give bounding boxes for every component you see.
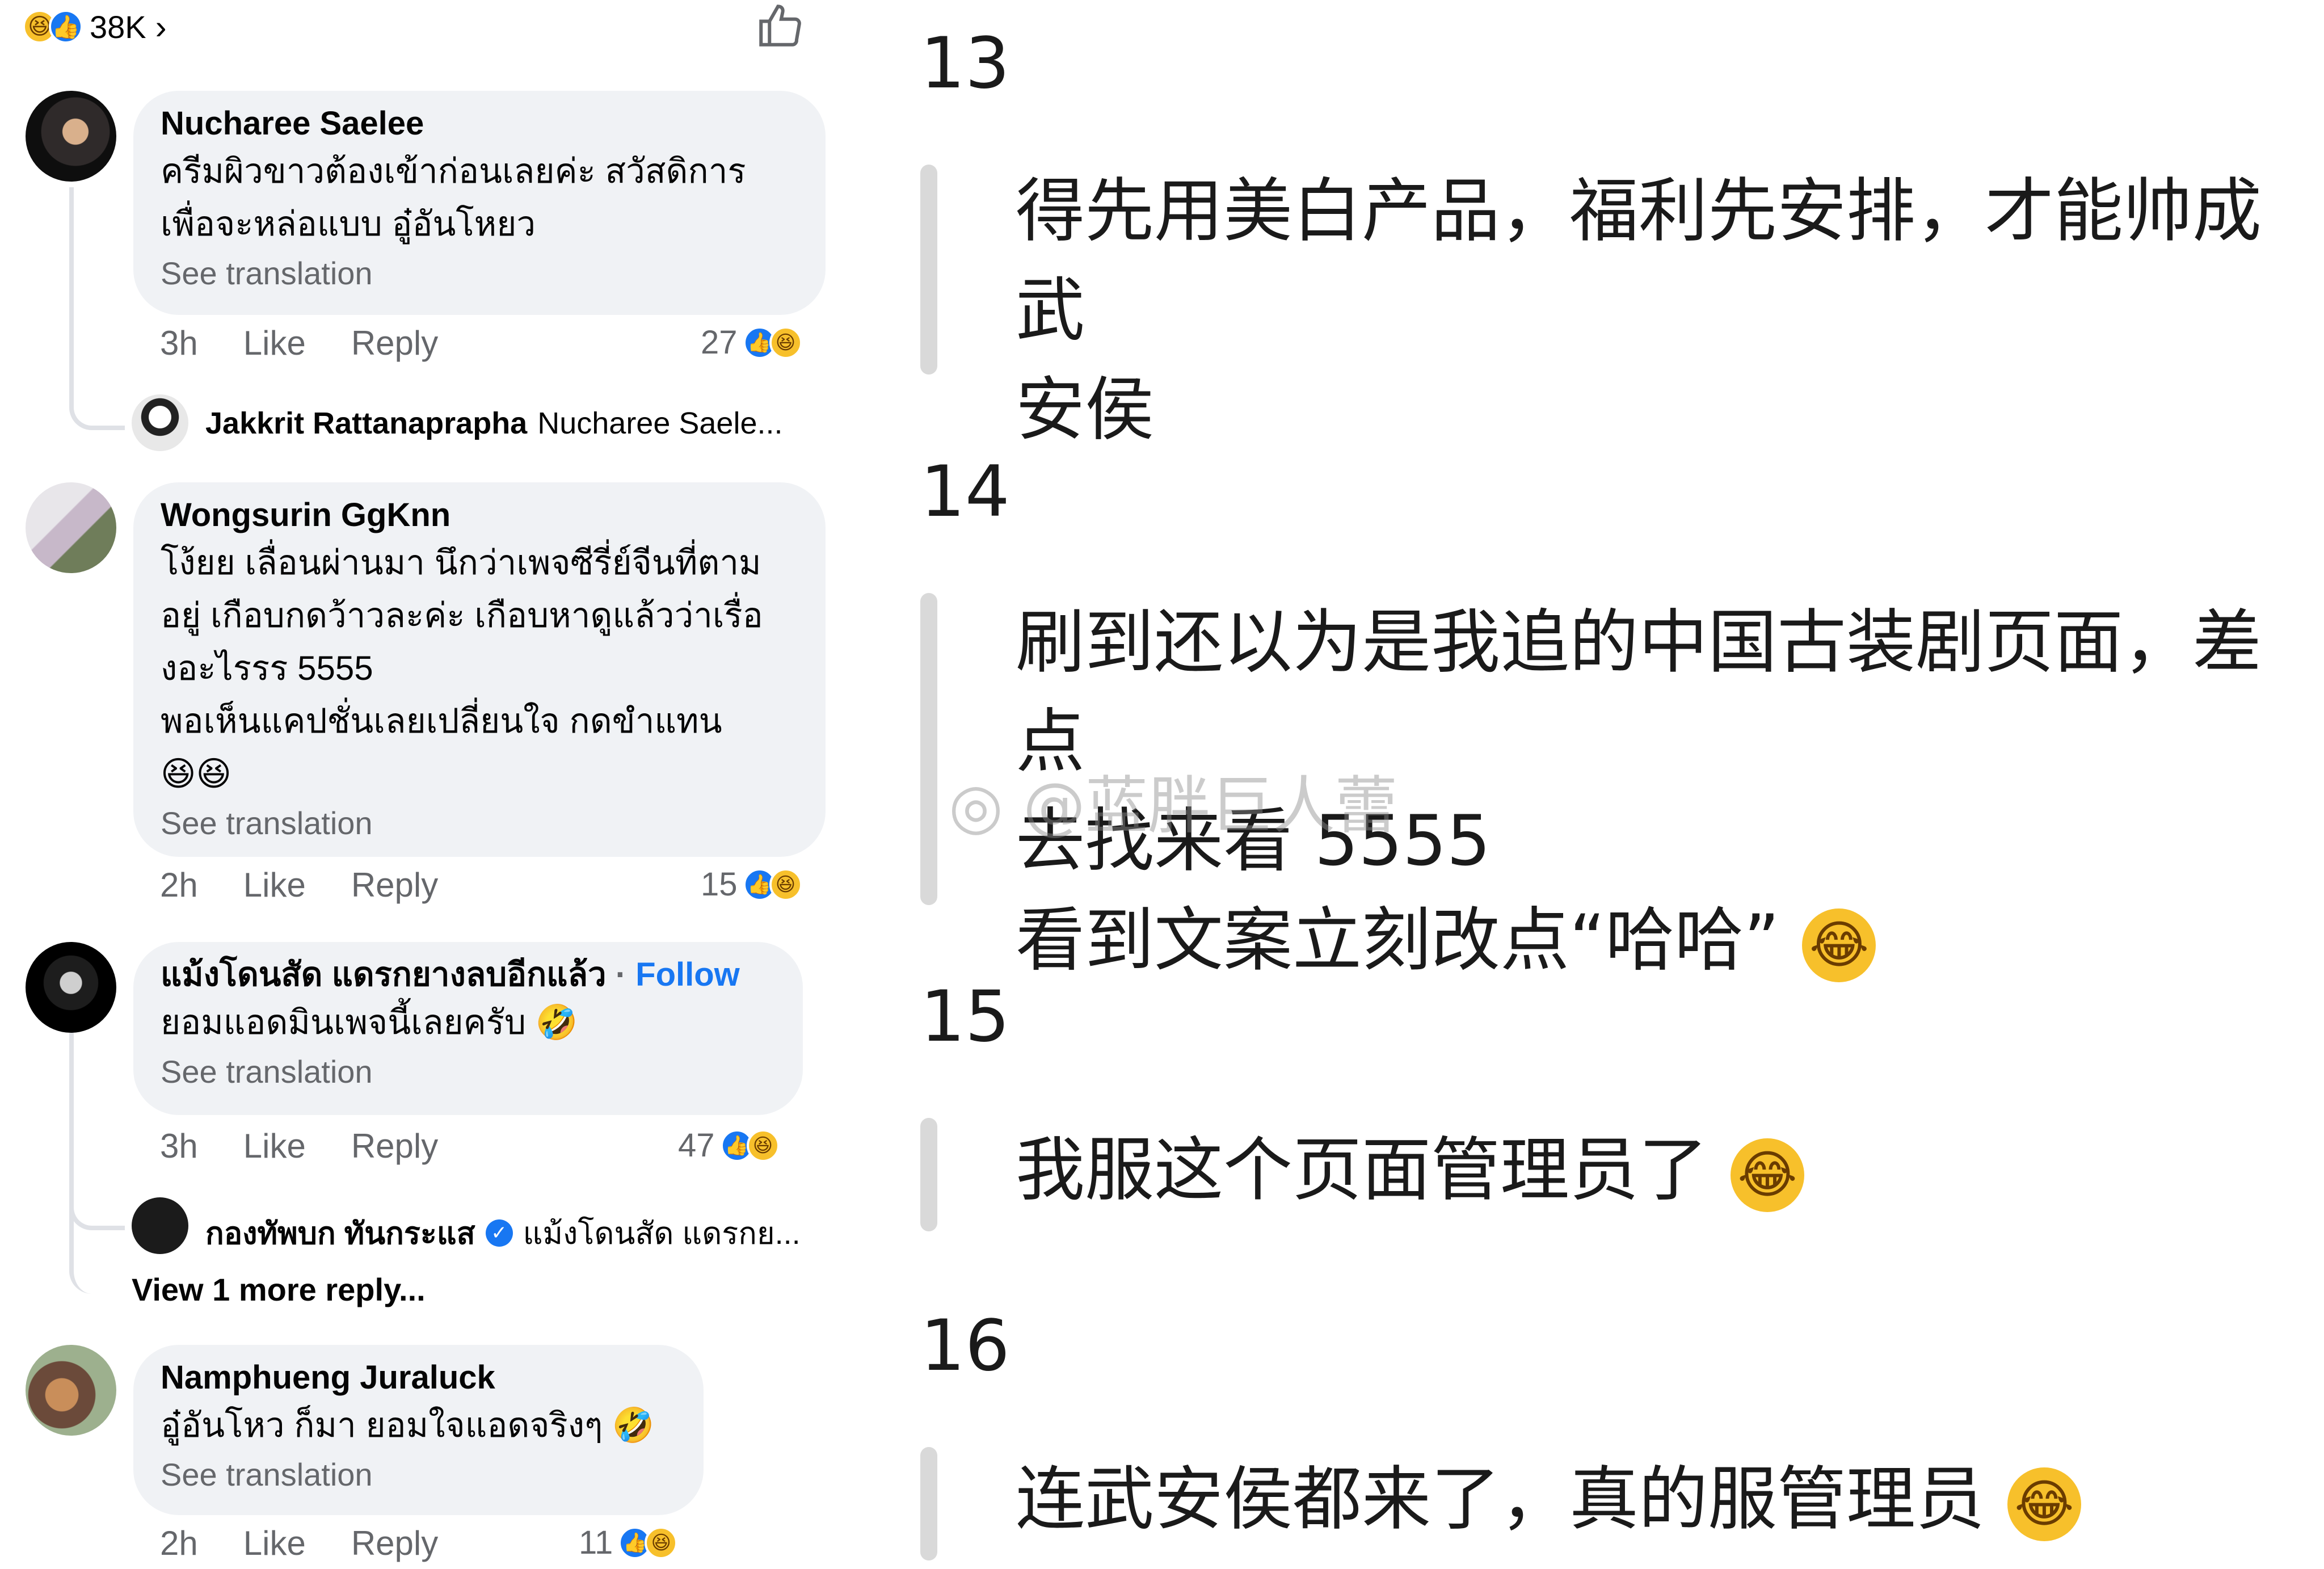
comment-time[interactable]: 3h	[160, 1126, 198, 1166]
like-button[interactable]: Like	[243, 1126, 306, 1166]
weibo-logo-icon: ◎	[949, 769, 1003, 842]
see-translation-link[interactable]: See translation	[161, 250, 798, 296]
quote-bar	[920, 593, 937, 905]
verified-icon: ✓	[485, 1219, 513, 1247]
reply-thread-line	[69, 187, 125, 430]
translation-panel: 13 得先用美白产品，福利先安排，才能帅成武 安侯 14 刷到还以为是我追的中国…	[885, 0, 2324, 1569]
comment-actions: 2h Like Reply	[160, 1524, 438, 1563]
see-translation-link[interactable]: See translation	[161, 1452, 676, 1498]
haha-icon: 😆	[645, 1526, 678, 1559]
comment-bubble: Namphueng Juraluck อู๋อันโหว ก็มา ยอมใจแ…	[133, 1345, 704, 1515]
chevron-right-icon: ›	[155, 7, 167, 46]
like-icon: 👍	[49, 10, 83, 44]
comment-reactions[interactable]: 47 👍 😆	[678, 1126, 780, 1164]
reaction-count: 38K	[90, 9, 146, 45]
comment-author[interactable]: แม้งโดนสัด แดรกยางลบอีกแล้ว	[161, 956, 607, 993]
avatar[interactable]	[26, 482, 116, 573]
thumbs-up-icon[interactable]	[755, 0, 806, 64]
like-button[interactable]: Like	[243, 865, 306, 905]
reply-button[interactable]: Reply	[351, 865, 438, 905]
laughing-emoji-icon: 😂	[1802, 908, 1876, 982]
comment-time[interactable]: 2h	[160, 865, 198, 905]
reply-author: กองทัพบก ทันกระแส	[205, 1217, 475, 1251]
comment-bubble: Nucharee Saelee ครีมผิวขาวต้องเข้าก่อนเล…	[133, 91, 826, 315]
reaction-summary[interactable]: 😆 👍 38K ›	[23, 7, 167, 47]
haha-icon: 😆	[746, 1129, 780, 1162]
comment-text: โง้ยย เลื่อนผ่านมา นึกว่าเพจซีรี่ย์จีนที…	[161, 543, 763, 740]
item-number: 16	[920, 1305, 1010, 1387]
comment-author-row: แม้งโดนสัด แดรกยางลบอีกแล้ว · Follow	[161, 956, 740, 993]
comment-reactions[interactable]: 27 👍 😆	[701, 323, 802, 361]
comment-emoji: 😆😆	[161, 754, 232, 793]
haha-icon: 😆	[769, 326, 802, 359]
comment-bubble: แม้งโดนสัด แดรกยางลบอีกแล้ว · Follow ยอม…	[133, 942, 803, 1115]
reply-text: แม้งโดนสัด แดรกย...	[523, 1217, 801, 1251]
comment-author[interactable]: Nucharee Saelee	[161, 103, 798, 145]
comment-bubble: Wongsurin GgKnn โง้ยย เลื่อนผ่านมา นึกว่…	[133, 482, 826, 857]
quote-bar	[920, 1118, 937, 1231]
comment-actions: 2h Like Reply	[160, 865, 438, 905]
reply-button[interactable]: Reply	[351, 323, 438, 363]
avatar[interactable]	[26, 91, 116, 182]
translation-text-block: 我服这个页面管理员了 😂	[1016, 1121, 2287, 1220]
quote-bar	[920, 165, 937, 375]
haha-icon: 😆	[769, 868, 802, 901]
like-button[interactable]: Like	[243, 323, 306, 363]
reply-button[interactable]: Reply	[351, 1126, 438, 1166]
watermark: ◎ @蓝胖巨人蕾	[949, 769, 1397, 842]
comment-reactions[interactable]: 15 👍 😆	[701, 865, 802, 903]
translation-text: 得先用美白产品，福利先安排，才能帅成武 安侯	[1016, 171, 2262, 450]
like-button[interactable]: Like	[243, 1524, 306, 1563]
reply-thread-line	[69, 1163, 125, 1294]
item-number: 15	[920, 976, 1010, 1058]
comment-time[interactable]: 3h	[160, 323, 198, 363]
comment-text: ครีมผิวขาวต้องเข้าก่อนเลยค่ะ สวัสดิการ เ…	[161, 152, 746, 243]
comment-text: ยอมแอดมินเพจนี้เลยครับ 🤣	[161, 1003, 578, 1041]
reply-button[interactable]: Reply	[351, 1524, 438, 1563]
view-more-replies-link[interactable]: View 1 more reply...	[132, 1271, 426, 1308]
see-translation-link[interactable]: See translation	[161, 1049, 776, 1095]
translation-text-block: 连武安侯都来了，真的服管理员 😂	[1016, 1450, 2287, 1549]
laughing-emoji-icon: 😂	[1731, 1138, 1804, 1212]
follow-button[interactable]: Follow	[635, 956, 740, 993]
comment-text: อู๋อันโหว ก็มา ยอมใจแอดจริงๆ 🤣	[161, 1406, 655, 1444]
reply-text: Nucharee Saele...	[537, 406, 783, 440]
avatar[interactable]	[26, 942, 116, 1033]
translation-text: 我服这个页面管理员了	[1016, 1130, 1708, 1210]
comment-actions: 3h Like Reply	[160, 1126, 438, 1166]
avatar[interactable]	[132, 394, 188, 451]
laughing-emoji-icon: 😂	[2007, 1467, 2081, 1541]
reply-preview[interactable]: กองทัพบก ทันกระแส ✓ แม้งโดนสัด แดรกย...	[205, 1209, 801, 1257]
avatar[interactable]	[26, 1345, 116, 1436]
item-number: 13	[920, 23, 1010, 104]
comments-panel: 😆 👍 38K › Nucharee Saelee ครีมผิวขาวต้อง…	[0, 0, 885, 1569]
quote-bar	[920, 1447, 937, 1560]
translation-text: 连武安侯都来了，真的服管理员	[1016, 1459, 1985, 1539]
comment-reactions[interactable]: 11 👍 😆	[579, 1524, 678, 1562]
item-number: 14	[920, 451, 1010, 533]
comment-time[interactable]: 2h	[160, 1524, 198, 1563]
comment-actions: 3h Like Reply	[160, 323, 438, 363]
reply-preview[interactable]: Jakkrit Rattanaprapha Nucharee Saele...	[205, 406, 782, 441]
avatar[interactable]	[132, 1197, 188, 1254]
reply-author: Jakkrit Rattanaprapha	[205, 406, 528, 440]
comment-author[interactable]: Wongsurin GgKnn	[161, 495, 798, 536]
see-translation-link[interactable]: See translation	[161, 800, 798, 846]
comment-author[interactable]: Namphueng Juraluck	[161, 1357, 676, 1399]
